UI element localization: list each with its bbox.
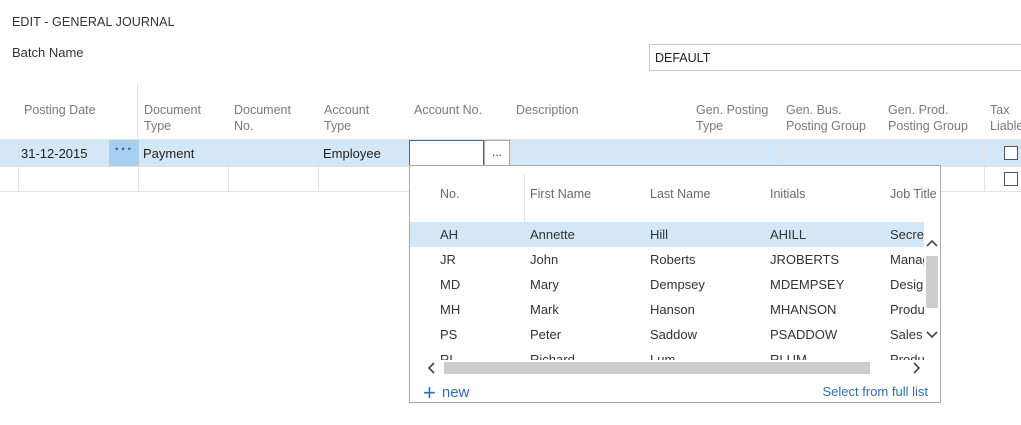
lookup-header-divider xyxy=(524,174,525,222)
column-header-document-no[interactable]: Document No. xyxy=(234,102,291,134)
cell-divider xyxy=(882,140,883,166)
column-header-gen-posting-type[interactable]: Gen. Posting Type xyxy=(696,102,768,134)
lookup-cell-last-name: Saddow xyxy=(650,327,697,342)
chevron-up-icon[interactable] xyxy=(926,238,938,248)
horizontal-scroll-thumb[interactable] xyxy=(444,362,870,374)
cell-divider xyxy=(984,140,985,191)
tax-liable-checkbox[interactable] xyxy=(1004,146,1018,160)
row-divider xyxy=(0,166,409,167)
lookup-cell-initials: RLUM xyxy=(770,352,807,360)
column-divider xyxy=(137,84,138,140)
account-no-lookup-button[interactable]: ... xyxy=(484,140,510,166)
vertical-scroll-thumb[interactable] xyxy=(926,256,938,308)
lookup-header-last-name[interactable]: Last Name xyxy=(650,187,710,201)
batch-name-label: Batch Name xyxy=(12,45,84,60)
employee-lookup-dropdown: No. First Name Last Name Initials Job Ti… xyxy=(409,165,941,403)
tax-liable-checkbox[interactable] xyxy=(1004,172,1018,186)
cell-divider xyxy=(228,140,229,191)
lookup-cell-job-title: Manager xyxy=(890,252,924,267)
row-divider xyxy=(0,191,409,192)
row-actions-button[interactable]: ··· xyxy=(109,140,139,166)
row-divider xyxy=(940,191,1021,192)
cell-divider xyxy=(318,140,319,191)
account-type-cell[interactable]: Employee xyxy=(323,146,381,161)
lookup-header-no[interactable]: No. xyxy=(440,187,459,201)
cell-divider xyxy=(510,140,511,166)
column-header-tax-liable[interactable]: Tax Liable xyxy=(990,102,1021,134)
lookup-row[interactable]: MD Mary Dempsey MDEMPSEY Designer xyxy=(410,272,924,297)
lookup-cell-initials: AHILL xyxy=(770,227,807,242)
lookup-cell-first-name: Annette xyxy=(530,227,575,242)
lookup-cell-first-name: Mark xyxy=(530,302,559,317)
lookup-header-job-title[interactable]: Job Title xyxy=(890,187,937,201)
new-employee-button[interactable]: + new xyxy=(423,380,470,403)
lookup-cell-initials: PSADDOW xyxy=(770,327,838,342)
lookup-row[interactable]: JR John Roberts JROBERTS Manager xyxy=(410,247,924,272)
column-header-gen-bus-posting-group[interactable]: Gen. Bus. Posting Group xyxy=(786,102,866,134)
lookup-cell-no: MD xyxy=(440,277,461,292)
cell-divider xyxy=(780,140,781,166)
lookup-cell-job-title: Production xyxy=(890,352,924,360)
plus-icon: + xyxy=(423,380,436,403)
lookup-vertical-scrollbar[interactable] xyxy=(923,234,940,344)
lookup-cell-job-title: Secretary xyxy=(890,227,924,242)
lookup-cell-first-name: Peter xyxy=(530,327,562,342)
lookup-cell-last-name: Hanson xyxy=(650,302,695,317)
lookup-cell-last-name: Hill xyxy=(650,227,669,242)
lookup-cell-job-title: Production xyxy=(890,302,924,317)
lookup-row[interactable]: RL Richard Lum RLUM Production xyxy=(410,347,924,360)
lookup-cell-no: JR xyxy=(440,252,456,267)
lookup-cell-initials: JROBERTS xyxy=(770,252,840,267)
lookup-cell-first-name: John xyxy=(530,252,559,267)
column-header-posting-date[interactable]: Posting Date xyxy=(24,102,96,118)
lookup-cell-no: AH xyxy=(440,227,459,242)
batch-name-input[interactable] xyxy=(649,44,1021,71)
lookup-cell-no: RL xyxy=(440,352,457,360)
document-type-cell[interactable]: Payment xyxy=(143,146,194,161)
column-header-document-type[interactable]: Document Type xyxy=(144,102,201,134)
page-title: EDIT - GENERAL JOURNAL xyxy=(12,15,175,29)
row-divider xyxy=(940,166,1021,167)
new-button-label: new xyxy=(441,384,470,401)
lookup-cell-no: PS xyxy=(440,327,458,342)
cell-divider xyxy=(690,140,691,166)
lookup-cell-first-name: Richard xyxy=(530,352,575,360)
lookup-row[interactable]: PS Peter Saddow PSADDOW Sales xyxy=(410,322,924,347)
lookup-row[interactable]: MH Mark Hanson MHANSON Production xyxy=(410,297,924,322)
lookup-row[interactable]: AH Annette Hill AHILL Secretary xyxy=(410,222,924,247)
column-header-gen-prod-posting-group[interactable]: Gen. Prod. Posting Group xyxy=(888,102,968,134)
chevron-down-icon[interactable] xyxy=(926,330,938,340)
column-header-account-no[interactable]: Account No. xyxy=(414,102,482,118)
column-header-description[interactable]: Description xyxy=(516,102,579,118)
lookup-horizontal-scrollbar[interactable] xyxy=(424,360,924,375)
chevron-right-icon[interactable] xyxy=(912,362,922,374)
column-header-account-type[interactable]: Account Type xyxy=(324,102,369,134)
lookup-cell-job-title: Sales xyxy=(890,327,923,342)
lookup-cell-no: MH xyxy=(440,302,461,317)
chevron-left-icon[interactable] xyxy=(426,362,436,374)
lookup-cell-first-name: Mary xyxy=(530,277,559,292)
posting-date-cell[interactable]: 31-12-2015 xyxy=(21,146,88,161)
lookup-cell-initials: MHANSON xyxy=(770,302,837,317)
lookup-header-initials[interactable]: Initials xyxy=(770,187,805,201)
lookup-header-first-name[interactable]: First Name xyxy=(530,187,591,201)
lookup-cell-initials: MDEMPSEY xyxy=(770,277,845,292)
lookup-cell-job-title: Designer xyxy=(890,277,924,292)
lookup-cell-last-name: Roberts xyxy=(650,252,696,267)
lookup-cell-last-name: Dempsey xyxy=(650,277,705,292)
account-no-input[interactable] xyxy=(409,140,484,166)
lookup-cell-last-name: Lum xyxy=(650,352,676,360)
cell-divider xyxy=(18,140,19,191)
select-from-full-list-link[interactable]: Select from full list xyxy=(823,384,928,399)
